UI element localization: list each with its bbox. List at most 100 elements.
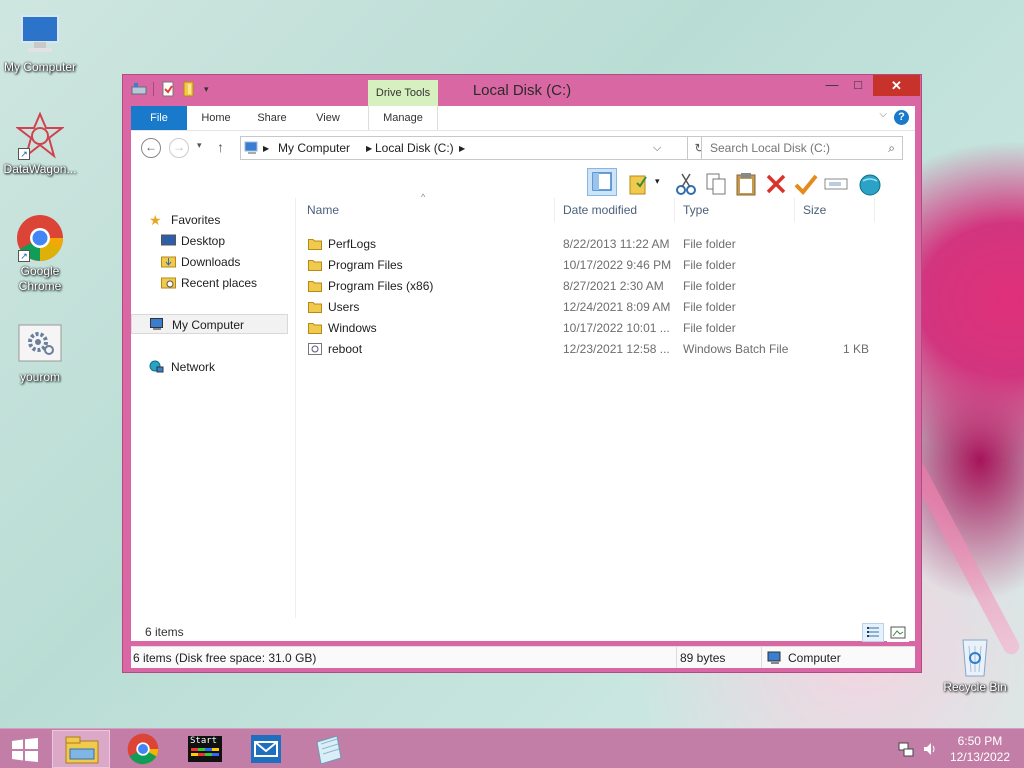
delete-icon[interactable]: [763, 171, 789, 197]
network-tray-icon[interactable]: [898, 741, 914, 757]
large-icons-view-button[interactable]: [887, 623, 909, 642]
column-date-modified[interactable]: Date modified: [555, 198, 675, 222]
recent-locations-dropdown-icon[interactable]: ▾: [197, 140, 202, 151]
tab-manage[interactable]: Manage: [368, 106, 438, 130]
title-bar[interactable]: ▾ Local Disk (C:) — □ ✕: [123, 75, 921, 105]
start-button[interactable]: [0, 730, 50, 768]
address-bar[interactable]: ▶ My Computer ▶ Local Disk (C:) ▶ ⌵: [240, 136, 688, 160]
volume-icon[interactable]: [922, 741, 938, 757]
desktop-icon-google-chrome[interactable]: ↗ Google Chrome: [0, 214, 80, 294]
minimize-button[interactable]: —: [819, 75, 845, 96]
up-arrow-icon[interactable]: ↑: [217, 139, 224, 155]
network-globe-icon[interactable]: [857, 171, 883, 197]
file-row[interactable]: PerfLogs 8/22/2013 11:22 AM File folder: [299, 234, 889, 255]
checkmark-icon[interactable]: [793, 171, 819, 197]
desktop-icon-datawagon[interactable]: ↗ DataWagon...: [0, 111, 80, 177]
maximize-button[interactable]: □: [845, 75, 871, 96]
back-button[interactable]: ←: [141, 138, 161, 158]
status-bytes: 89 bytes: [680, 651, 726, 665]
paste-icon[interactable]: [733, 171, 759, 197]
breadcrumb-local-disk[interactable]: Local Disk (C:): [375, 141, 454, 155]
file-type: File folder: [683, 300, 736, 314]
file-row[interactable]: Program Files 10/17/2022 9:46 PM File fold…: [299, 255, 889, 276]
taskbar-notepad[interactable]: [300, 730, 358, 768]
preview-pane-button[interactable]: [587, 168, 617, 196]
search-icon[interactable]: ⌕: [888, 141, 895, 156]
help-icon[interactable]: ?: [894, 110, 909, 125]
rename-icon[interactable]: [823, 171, 849, 197]
status-divider: [676, 647, 677, 668]
computer-icon: [150, 318, 163, 330]
file-row[interactable]: Program Files (x86) 8/27/2021 2:30 AM File…: [299, 276, 889, 297]
shortcut-arrow-icon: ↗: [18, 148, 30, 160]
taskbar-mail[interactable]: [238, 730, 296, 768]
breadcrumb-separator-icon[interactable]: ▶: [263, 144, 269, 153]
computer-small-icon: [244, 141, 258, 154]
system-clock[interactable]: 6:50 PM 12/13/2022: [950, 733, 1010, 765]
file-row[interactable]: Windows 10/17/2022 10:01 ... File folder: [299, 318, 889, 339]
file-size: 1 KB: [842, 342, 869, 356]
file-date: 8/22/2013 11:22 AM: [563, 237, 670, 251]
copy-icon[interactable]: [703, 171, 729, 197]
nav-item-downloads[interactable]: Downloads: [131, 252, 288, 272]
nav-item-favorites[interactable]: ★ Favorites: [131, 210, 288, 230]
nav-item-recent-places[interactable]: Recent places: [131, 273, 288, 293]
address-row: ← → ▾ ↑ ▶ My Computer ▶ Local Disk (C:) …: [131, 130, 915, 166]
nav-item-desktop[interactable]: Desktop: [131, 231, 288, 251]
file-row[interactable]: Users 12/24/2021 8:09 AM File folder: [299, 297, 889, 318]
nav-item-my-computer[interactable]: My Computer: [131, 314, 288, 334]
close-button[interactable]: ✕: [873, 75, 920, 96]
tab-share[interactable]: Share: [247, 106, 297, 130]
item-count: 6 items: [145, 625, 184, 639]
file-name: Program Files: [328, 258, 403, 272]
desktop-icon-label: Google Chrome: [18, 264, 62, 293]
desktop-icon-yourom[interactable]: yourom: [0, 324, 80, 385]
notepad-icon: [316, 735, 342, 764]
file-name: Users: [328, 300, 360, 314]
nav-item-network[interactable]: Network: [131, 357, 288, 377]
status-bar: 6 items (Disk free space: 31.0 GB) 89 by…: [131, 646, 915, 668]
open-with-icon[interactable]: [627, 171, 653, 197]
nav-item-label: Desktop: [181, 234, 226, 248]
chrome-icon: [127, 733, 159, 765]
taskbar-chrome[interactable]: [114, 730, 172, 768]
breadcrumb-separator-icon[interactable]: ▶: [366, 144, 372, 153]
datawagon-icon: ↗: [15, 111, 65, 160]
ribbon-expand-icon[interactable]: ⌵: [879, 109, 887, 120]
taskbar-file-explorer[interactable]: [52, 730, 110, 768]
breadcrumb-my-computer[interactable]: My Computer: [278, 141, 350, 155]
column-name[interactable]: Name: [299, 198, 555, 222]
view-switcher: [862, 623, 909, 642]
nav-item-label: Recent places: [181, 276, 258, 290]
column-size[interactable]: Size: [795, 198, 875, 222]
taskbar-start-app[interactable]: Start: [176, 730, 234, 768]
tab-home[interactable]: Home: [191, 106, 241, 130]
search-box[interactable]: ⌕: [701, 136, 903, 160]
file-row[interactable]: reboot 12/23/2021 12:58 ... Windows Batch …: [299, 339, 889, 360]
desktop-icon-label: yourom: [19, 370, 60, 384]
desktop-icon-label: DataWagon...: [3, 162, 77, 176]
column-type[interactable]: Type: [675, 198, 795, 222]
file-type: File folder: [683, 258, 736, 272]
file-date: 8/27/2021 2:30 AM: [563, 279, 664, 293]
desktop-icon-label: Recycle Bin: [943, 680, 1007, 694]
search-input[interactable]: [702, 137, 872, 159]
desktop-icon-recycle-bin[interactable]: Recycle Bin: [935, 630, 1015, 695]
tab-view[interactable]: View: [303, 106, 353, 130]
desktop-icon-my-computer[interactable]: My Computer: [0, 10, 80, 75]
open-with-dropdown-icon[interactable]: ▾: [655, 176, 660, 187]
forward-button[interactable]: →: [169, 138, 189, 158]
breadcrumb-separator-icon[interactable]: ▶: [459, 144, 465, 153]
cut-icon[interactable]: [673, 171, 699, 197]
nav-item-label: My Computer: [172, 318, 245, 332]
clock-date: 12/13/2022: [949, 750, 1010, 764]
shortcut-arrow-icon: ↗: [18, 250, 30, 262]
details-view-button[interactable]: [862, 623, 884, 642]
status-disk-free: 6 items (Disk free space: 31.0 GB): [133, 651, 317, 665]
star-icon: ★: [149, 212, 162, 228]
tab-file[interactable]: File: [131, 106, 187, 130]
windows-logo-icon: [12, 738, 38, 762]
file-date: 10/17/2022 9:46 PM: [563, 258, 672, 272]
address-dropdown-icon[interactable]: ⌵: [653, 142, 661, 155]
explorer-window: ▾ Local Disk (C:) — □ ✕ Drive Tools File…: [122, 74, 922, 673]
